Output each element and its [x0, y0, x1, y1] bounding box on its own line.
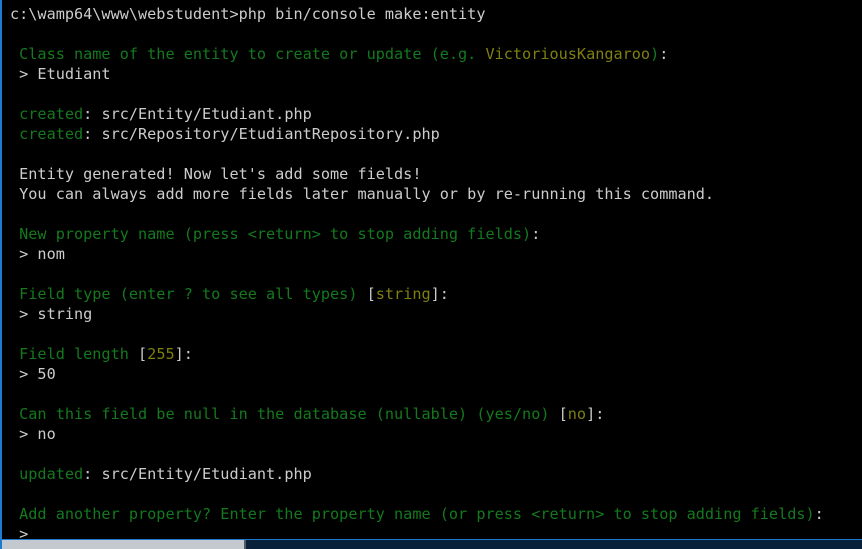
answer-new-property-name: > nom	[10, 244, 862, 264]
output-created-repository: created: src/Repository/EtudiantReposito…	[10, 124, 862, 144]
terminal-text-segment: ]:	[586, 405, 605, 423]
answer-field-length: > 50	[10, 364, 862, 384]
terminal-text-segment: c:\wamp64\www\webstudent>php bin/console…	[10, 5, 486, 23]
terminal-text-segment: )	[650, 45, 660, 63]
command-line: c:\wamp64\www\webstudent>php bin/console…	[10, 4, 862, 24]
answer-field-type: > string	[10, 304, 862, 324]
terminal-text-segment: :	[659, 45, 669, 63]
terminal-text-segment: updated	[10, 465, 84, 483]
terminal-text-segment: : src/Entity/Etudiant.php	[83, 465, 312, 483]
answer-class-name: > Etudiant	[10, 64, 862, 84]
terminal-text-segment: : src/Entity/Etudiant.php	[83, 105, 312, 123]
terminal-text-segment: ]:	[430, 285, 449, 303]
terminal-text-segment: > 50	[10, 365, 56, 383]
terminal-text-segment: created	[10, 105, 84, 123]
terminal-text-segment: :	[814, 505, 824, 523]
terminal-window: c:\wamp64\www\webstudent>php bin/console…	[0, 0, 862, 549]
terminal-text-segment: Add another property? Enter the property…	[10, 505, 815, 523]
terminal-text-segment: >	[10, 525, 29, 539]
terminal-text-segment: You can always add more fields later man…	[10, 185, 715, 203]
terminal-text-segment: Field type (enter ? to see all types)	[10, 285, 367, 303]
terminal-text-segment: : src/Repository/EtudiantRepository.php	[83, 125, 440, 143]
terminal-text-segment: > string	[10, 305, 93, 323]
terminal-text-segment: > no	[10, 425, 56, 443]
terminal-text-segment: :	[531, 225, 541, 243]
terminal-text-segment: [	[558, 405, 568, 423]
terminal-text-segment: Entity generated! Now let's add some fie…	[10, 165, 422, 183]
terminal-text-segment: created	[10, 125, 84, 143]
answer-nullable: > no	[10, 424, 862, 444]
output-add-fields-hint: You can always add more fields later man…	[10, 184, 862, 204]
terminal-text-segment: [	[366, 285, 376, 303]
output-updated-entity: updated: src/Entity/Etudiant.php	[10, 464, 862, 484]
terminal-text-segment: Field length	[10, 345, 139, 363]
question-field-type: Field type (enter ? to see all types) [s…	[10, 284, 862, 304]
terminal-text-segment: New property name (press <return> to sto…	[10, 225, 532, 243]
question-new-property-name: New property name (press <return> to sto…	[10, 224, 862, 244]
question-class-name: Class name of the entity to create or up…	[10, 44, 862, 64]
terminal-text-segment: > nom	[10, 245, 65, 263]
question-add-another-property: Add another property? Enter the property…	[10, 504, 862, 524]
terminal-text-segment: VictoriousKangaroo	[485, 45, 651, 63]
terminal-text-segment: 255	[147, 345, 175, 363]
question-nullable: Can this field be null in the database (…	[10, 404, 862, 424]
terminal-text-segment: > Etudiant	[10, 65, 111, 83]
question-field-length: Field length [255]:	[10, 344, 862, 364]
terminal-text-segment: ]:	[174, 345, 193, 363]
terminal-output-area[interactable]: c:\wamp64\www\webstudent>php bin/console…	[2, 0, 862, 539]
horizontal-scrollbar[interactable]	[2, 539, 862, 549]
prompt-awaiting-input: >	[10, 524, 862, 539]
terminal-text-segment: string	[375, 285, 431, 303]
output-entity-generated: Entity generated! Now let's add some fie…	[10, 164, 862, 184]
horizontal-scrollbar-thumb[interactable]	[2, 540, 244, 549]
output-created-entity: created: src/Entity/Etudiant.php	[10, 104, 862, 124]
terminal-text-segment: Class name of the entity to create or up…	[10, 45, 486, 63]
horizontal-scrollbar-track[interactable]	[244, 540, 862, 549]
terminal-text-segment: [	[138, 345, 148, 363]
terminal-text-segment: no	[567, 405, 587, 423]
terminal-text-segment: Can this field be null in the database (…	[10, 405, 559, 423]
